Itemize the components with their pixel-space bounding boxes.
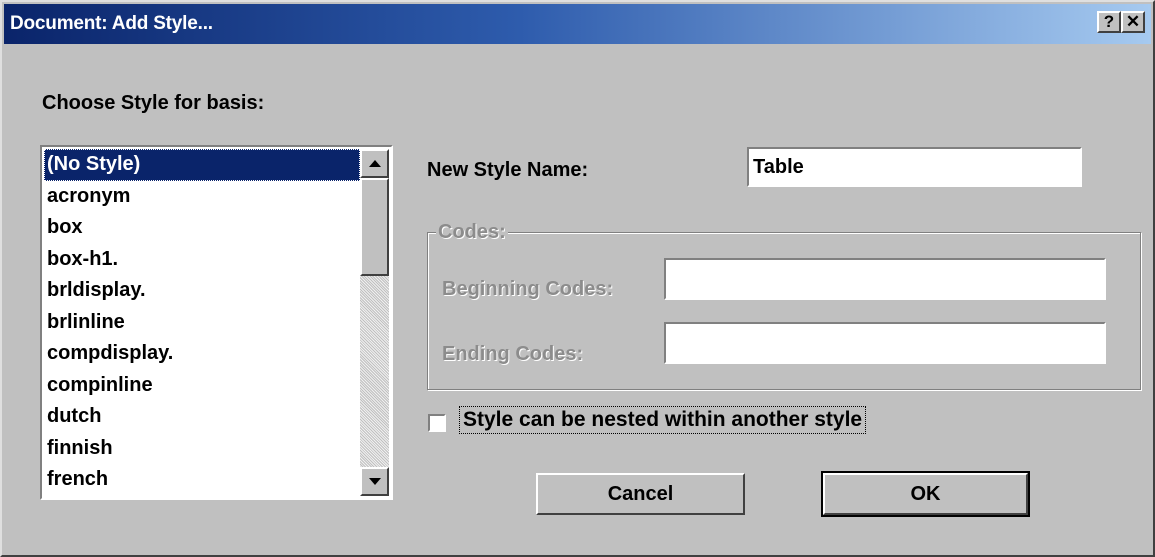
scroll-thumb[interactable] — [360, 178, 389, 276]
up-arrow-icon — [369, 160, 381, 167]
ok-button[interactable]: OK — [821, 471, 1030, 517]
cancel-button[interactable]: Cancel — [536, 473, 745, 515]
scroll-down-button[interactable] — [360, 467, 389, 496]
nested-checkbox-label[interactable]: Style can be nested within another style — [458, 406, 867, 434]
down-arrow-icon — [369, 478, 381, 485]
new-style-name-input[interactable]: Table — [747, 147, 1082, 187]
beginning-codes-label: Beginning Codes: — [442, 278, 614, 300]
list-item[interactable]: acronym — [44, 181, 360, 213]
help-button[interactable]: ? — [1097, 11, 1121, 33]
style-list[interactable]: (No Style) acronym box box-h1. brldisplay. br… — [40, 145, 393, 500]
list-item[interactable]: dutch — [44, 401, 360, 433]
codes-group-label: Codes: — [436, 221, 508, 244]
nested-checkbox[interactable] — [428, 414, 446, 432]
ending-codes-label: Ending Codes: — [442, 343, 584, 365]
list-item[interactable]: compinline — [44, 370, 360, 402]
list-item[interactable]: box — [44, 212, 360, 244]
list-item[interactable]: finnish — [44, 433, 360, 465]
new-style-name-label: New Style Name: — [427, 159, 589, 181]
list-item[interactable]: brldisplay. — [44, 275, 360, 307]
close-button[interactable]: ✕ — [1121, 11, 1145, 33]
add-style-dialog: Document: Add Style... ? ✕ Choose Style … — [0, 0, 1155, 557]
list-item[interactable]: french — [44, 464, 360, 496]
scroll-up-button[interactable] — [360, 149, 389, 178]
style-list-scrollbar[interactable] — [360, 149, 389, 496]
ending-codes-input[interactable] — [664, 322, 1106, 364]
style-list-items: (No Style) acronym box box-h1. brldisplay. br… — [44, 149, 360, 497]
codes-group — [427, 232, 1141, 390]
title-bar: Document: Add Style... ? ✕ — [4, 4, 1151, 44]
list-item[interactable]: compdisplay. — [44, 338, 360, 370]
basis-label: Choose Style for basis: — [42, 92, 265, 114]
beginning-codes-input[interactable] — [664, 258, 1106, 300]
list-item[interactable]: box-h1. — [44, 244, 360, 276]
list-item[interactable]: (No Style) — [44, 149, 360, 181]
list-item[interactable]: brlinline — [44, 307, 360, 339]
window-title: Document: Add Style... — [10, 13, 213, 34]
